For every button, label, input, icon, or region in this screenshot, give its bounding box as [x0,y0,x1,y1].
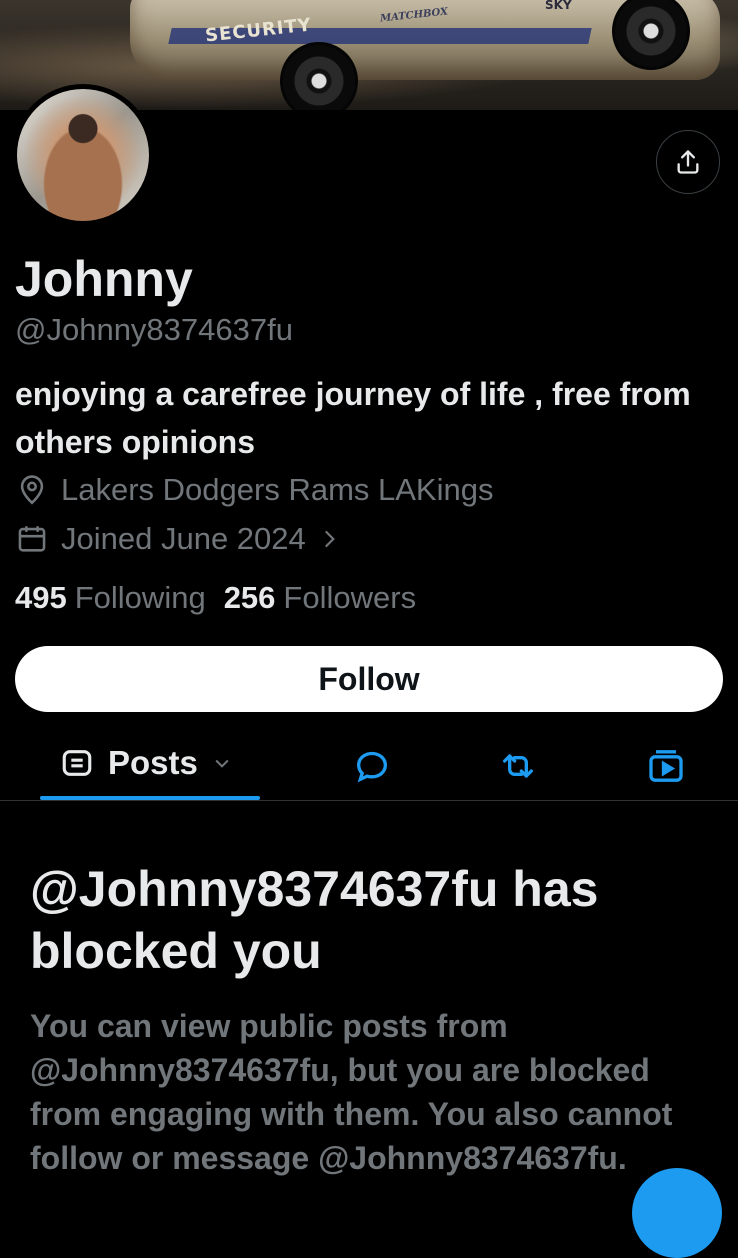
profile-location: Lakers Dodgers Rams LAKings [15,472,493,508]
posts-icon [62,750,92,776]
profile-joined-text: Joined June 2024 [61,521,306,556]
profile-bio: enjoying a carefree journey of life , fr… [15,376,691,460]
profile-name: Johnny [15,251,193,307]
following-count[interactable]: 495 [15,580,67,616]
profile-tabs: Posts [0,730,738,801]
tab-posts[interactable]: Posts [60,744,232,782]
avatar-image [17,89,149,221]
profile-stats: 495 Following 256 Followers [15,580,434,616]
followers-count[interactable]: 256 [224,580,276,616]
banner-car-sky-text: SKY [545,0,572,12]
avatar[interactable] [12,84,154,226]
profile-handle: @Johnny8374637fu [15,312,293,347]
banner-car-wheel [280,42,358,110]
following-link[interactable]: Following [75,580,206,616]
share-button[interactable] [656,130,720,194]
followers-link[interactable]: Followers [283,580,416,616]
media-icon[interactable] [646,746,686,786]
reply-bubble-icon[interactable] [352,746,392,786]
tab-posts-label: Posts [108,744,198,781]
calendar-icon [18,526,46,552]
blocked-notice-body: You can view public posts from @Johnny83… [30,1008,673,1176]
tab-active-indicator [40,796,260,800]
share-icon [677,150,699,174]
profile-location-text: Lakers Dodgers Rams LAKings [61,472,494,507]
chevron-down-icon [215,759,229,768]
profile-joined[interactable]: Joined June 2024 [15,521,354,557]
repost-icon[interactable] [498,746,538,786]
location-pin-icon [20,475,44,505]
compose-fab-button[interactable] [632,1168,722,1258]
follow-button[interactable]: Follow [15,646,723,712]
chevron-right-icon [324,530,335,548]
blocked-notice-title: @Johnny8374637fu has blocked you [30,861,599,979]
